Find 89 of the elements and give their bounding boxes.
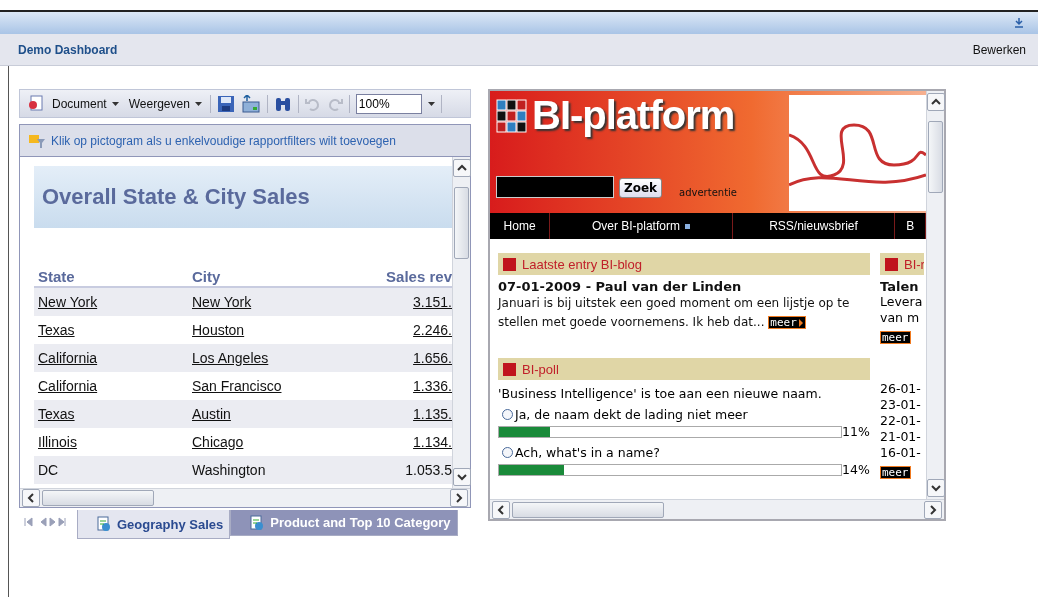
report-tab[interactable]: Geography Sales [77, 510, 231, 539]
news-date: 21-01- [880, 429, 922, 445]
ad-label: advertentie [679, 187, 737, 198]
column-header: Sales rev [385, 267, 452, 285]
export-icon[interactable] [240, 94, 261, 113]
table-cell-link[interactable]: 2.246. [382, 322, 452, 338]
table-cell-link[interactable]: Houston [192, 322, 382, 338]
table-cell-link[interactable]: Los Angeles [192, 350, 382, 366]
submenu-icon [684, 223, 690, 229]
news-date: 23-01- [880, 397, 922, 413]
caret-icon[interactable] [427, 101, 435, 106]
scrollbar-thumb[interactable] [928, 121, 943, 193]
table-cell-link[interactable]: 1.053.5 [382, 462, 452, 478]
table-cell-link[interactable]: 1.135. [382, 406, 452, 422]
nav-link[interactable]: RSS/nieuwsbrief [732, 213, 896, 239]
section-header: BI-r [880, 253, 924, 275]
table-cell-link[interactable]: New York [192, 294, 382, 310]
report-icon [96, 516, 112, 532]
scroll-up-icon[interactable] [926, 93, 945, 111]
nav-link[interactable]: Over BI-platform [550, 213, 733, 239]
news-title[interactable]: Talen [880, 279, 924, 294]
table-cell-link[interactable]: 3.151. [382, 294, 452, 310]
nav-link[interactable]: Home [490, 213, 551, 239]
table-cell-link[interactable]: 1.336. [382, 378, 452, 394]
vertical-scrollbar[interactable] [926, 91, 944, 499]
search-field[interactable] [496, 176, 614, 198]
vote-percentage: 11% [842, 424, 870, 439]
table-cell-link[interactable]: Texas [38, 322, 192, 338]
menu-button[interactable]: Document [50, 96, 121, 111]
table-cell-link[interactable]: New York [38, 294, 192, 310]
poll-option[interactable]: Ach, what's in a name? [498, 445, 870, 460]
horizontal-scrollbar[interactable] [490, 499, 944, 519]
menu-button[interactable]: Weergeven [126, 96, 204, 111]
poll-question: 'Business Intelligence' is toe aan een nieuwe naam. [498, 386, 823, 401]
dashboard-title: Demo Dashboard [18, 42, 118, 57]
poll-option[interactable]: Ja, de naam dekt de lading niet meer [498, 407, 870, 422]
scrollbar-thumb[interactable] [42, 490, 154, 506]
column-header: City [192, 267, 222, 285]
scroll-right-icon[interactable] [924, 500, 942, 519]
arrow-icon [797, 318, 804, 327]
logo-grid-icon [496, 97, 528, 134]
vote-percentage: 14% [842, 462, 870, 477]
table-cell-link[interactable]: Austin [192, 406, 382, 422]
table-cell-link[interactable]: San Francisco [192, 378, 382, 394]
edit-link[interactable]: Bewerken [972, 42, 1026, 57]
save-icon[interactable] [216, 94, 235, 113]
table-cell-link[interactable]: California [38, 350, 192, 366]
filter-hint: Klik op pictogram als u enkelvoudige rapportfilters wilt toevoegen [51, 133, 396, 148]
table-cell-link[interactable]: Washington [192, 462, 382, 478]
caret-icon [194, 101, 202, 106]
report-title: Overall State & City Sales [34, 166, 452, 228]
table-cell-link[interactable]: Illinois [38, 434, 192, 450]
news-date: 16-01- [880, 445, 922, 461]
blog-excerpt: Januari is bij uitstek een goed moment om een lijstje op te stellen met goede voornemens. Ik heb dat... meer [498, 295, 851, 331]
horizontal-scrollbar[interactable] [20, 488, 470, 507]
search-button[interactable]: Zoek [619, 178, 663, 198]
news-date: 26-01- [880, 381, 922, 397]
table-cell-link[interactable]: California [38, 378, 192, 394]
blog-post-title[interactable]: 07-01-2009 - Paul van der Linden [498, 279, 870, 294]
site-logo[interactable]: BI-platform [532, 93, 735, 138]
report-icon [249, 514, 266, 531]
scrollbar-thumb[interactable] [454, 187, 469, 259]
download-icon[interactable] [1014, 18, 1024, 28]
column-header: State [38, 267, 76, 285]
table-cell-link[interactable]: 1.134. [382, 434, 452, 450]
scroll-down-icon[interactable] [926, 479, 945, 497]
more-link[interactable]: meer [768, 316, 806, 329]
more-link[interactable]: meer [880, 466, 911, 479]
table-cell-link[interactable]: 1.656. [382, 350, 452, 366]
more-link[interactable]: meer [880, 331, 911, 344]
scroll-up-icon[interactable] [452, 159, 471, 177]
table-cell-link[interactable]: Chicago [192, 434, 382, 450]
news-text: van m [880, 310, 921, 326]
scroll-left-icon[interactable] [22, 489, 40, 507]
scrollbar-thumb[interactable] [512, 501, 664, 518]
vertical-scrollbar[interactable] [452, 157, 470, 488]
scroll-right-icon[interactable] [450, 489, 468, 507]
section-header: BI-poll [498, 358, 870, 380]
scroll-down-icon[interactable] [452, 468, 471, 486]
news-date: 22-01- [880, 413, 922, 429]
zoom-field[interactable]: 100% [355, 93, 422, 114]
table-cell-link[interactable]: Texas [38, 406, 192, 422]
document-icon[interactable] [26, 94, 44, 113]
caret-icon [111, 101, 119, 106]
news-text: Levera [880, 294, 924, 310]
table-cell-link[interactable]: DC [38, 462, 192, 478]
scroll-left-icon[interactable] [492, 500, 510, 519]
tab-navigation-icon[interactable] [23, 516, 67, 528]
section-header: Laatste entry BI-blog [498, 253, 870, 275]
